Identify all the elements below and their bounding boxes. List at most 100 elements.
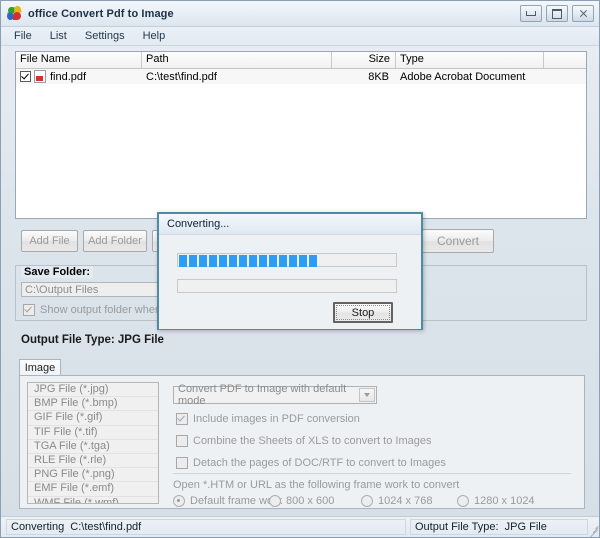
include-images-checkbox[interactable]: Include images in PDF conversion xyxy=(176,413,360,425)
radio-1280-label: 1280 x 1024 xyxy=(474,495,535,507)
list-item[interactable]: BMP File (*.bmp) xyxy=(28,397,158,412)
file-list-header: File Name Path Size Type xyxy=(16,52,586,69)
framework-radio-800x600[interactable]: 800 x 600 xyxy=(269,495,334,507)
convert-button[interactable]: Convert xyxy=(422,229,494,253)
application-window: office Convert Pdf to Image File List Se… xyxy=(0,0,600,538)
progress-block xyxy=(309,255,317,267)
status-text-left: Converting C:\test\find.pdf xyxy=(6,519,406,535)
close-icon xyxy=(579,9,588,18)
chevron-down-icon[interactable] xyxy=(359,388,375,402)
row-checkbox[interactable] xyxy=(20,71,31,82)
maximize-icon xyxy=(552,8,562,19)
stop-button[interactable]: Stop xyxy=(333,302,393,323)
radio-1280-indicator[interactable] xyxy=(457,495,469,507)
progress-block xyxy=(219,255,227,267)
combine-xls-checkbox[interactable]: Combine the Sheets of XLS to convert to … xyxy=(176,435,431,447)
status-text-right: Output File Type: JPG File xyxy=(410,519,588,535)
save-folder-label: Save Folder: xyxy=(21,266,94,278)
menu-item-settings[interactable]: Settings xyxy=(79,29,133,43)
menu-bar: File List Settings Help xyxy=(1,27,599,46)
menu-item-file[interactable]: File xyxy=(8,29,40,43)
framework-radio-default[interactable]: Default frame work xyxy=(173,495,282,507)
detach-doc-checkbox[interactable]: Detach the pages of DOC/RTF to convert t… xyxy=(176,457,446,469)
progress-block xyxy=(259,255,267,267)
list-item[interactable]: TGA File (*.tga) xyxy=(28,440,158,454)
progress-block xyxy=(179,255,187,267)
conversion-mode-select[interactable]: Convert PDF to Image with default mode xyxy=(173,383,377,407)
progress-block xyxy=(299,255,307,267)
radio-1024-indicator[interactable] xyxy=(361,495,373,507)
converting-dialog-titlebar: Converting... xyxy=(159,214,421,235)
progress-block xyxy=(289,255,297,267)
framework-radio-1024x768[interactable]: 1024 x 768 xyxy=(361,495,432,507)
detach-doc-checkbox-box[interactable] xyxy=(176,457,188,469)
combine-xls-checkbox-box[interactable] xyxy=(176,435,188,447)
include-images-checkbox-box[interactable] xyxy=(176,413,188,425)
list-item[interactable]: WMF File (*.wmf) xyxy=(28,497,158,504)
combine-xls-label: Combine the Sheets of XLS to convert to … xyxy=(193,435,432,447)
file-size-cell: 8KB xyxy=(368,70,389,83)
list-item[interactable]: RLE File (*.rle) xyxy=(28,454,158,469)
column-header-type[interactable]: Type xyxy=(396,52,544,68)
conversion-mode-value: Convert PDF to Image with default mode xyxy=(178,383,347,407)
progress-block xyxy=(199,255,207,267)
file-path-cell: C:\test\find.pdf xyxy=(146,70,217,83)
progress-block xyxy=(189,255,197,267)
progress-block xyxy=(269,255,277,267)
progress-block xyxy=(229,255,237,267)
table-row[interactable]: find.pdf C:\test\find.pdf 8KB Adobe Acro… xyxy=(16,69,586,84)
list-item[interactable]: TIF File (*.tif) xyxy=(28,426,158,440)
app-butterfly-icon xyxy=(6,4,23,22)
file-list[interactable]: File Name Path Size Type find.pdf C:\tes… xyxy=(15,51,587,219)
framework-radio-1280x1024[interactable]: 1280 x 1024 xyxy=(457,495,535,507)
list-item[interactable]: JPG File (*.jpg) xyxy=(28,383,158,398)
file-type-cell: Adobe Acrobat Document xyxy=(400,70,526,83)
progress-block xyxy=(249,255,257,267)
converting-dialog: Converting... Stop xyxy=(157,212,423,330)
window-title: office Convert Pdf to Image xyxy=(28,7,174,20)
radio-800-label: 800 x 600 xyxy=(286,495,335,507)
primary-progress-fill xyxy=(179,255,317,267)
tab-strip: Image xyxy=(19,359,585,376)
tab-image[interactable]: Image xyxy=(19,359,61,376)
file-name-text: find.pdf xyxy=(50,70,87,83)
minimize-icon xyxy=(526,11,536,16)
column-header-extra[interactable] xyxy=(544,52,586,68)
progress-block xyxy=(209,255,217,267)
radio-default-indicator[interactable] xyxy=(173,495,185,507)
add-folder-button[interactable]: Add Folder xyxy=(83,230,147,252)
include-images-label: Include images in PDF conversion xyxy=(193,413,360,425)
secondary-progress-bar xyxy=(177,279,397,293)
menu-item-help[interactable]: Help xyxy=(137,29,174,43)
list-item[interactable]: PNG File (*.png) xyxy=(28,468,158,483)
maximize-button[interactable] xyxy=(546,5,568,22)
file-name-cell: find.pdf xyxy=(16,70,142,83)
stop-button-focus-ring xyxy=(336,305,390,320)
column-header-path[interactable]: Path xyxy=(142,52,332,68)
radio-1024-label: 1024 x 768 xyxy=(378,495,433,507)
framework-label: Open *.HTM or URL as the following frame… xyxy=(173,479,460,491)
radio-800-indicator[interactable] xyxy=(269,495,281,507)
pdf-file-icon xyxy=(34,70,46,83)
list-item[interactable]: EMF File (*.emf) xyxy=(28,482,158,497)
close-button[interactable] xyxy=(572,5,594,22)
window-controls xyxy=(520,5,594,22)
converting-dialog-title: Converting... xyxy=(167,218,230,230)
detach-doc-label: Detach the pages of DOC/RTF to convert t… xyxy=(193,457,446,469)
minimize-button[interactable] xyxy=(520,5,542,22)
progress-block xyxy=(279,255,287,267)
column-header-size[interactable]: Size xyxy=(332,52,396,68)
list-item[interactable]: GIF File (*.gif) xyxy=(28,411,158,426)
menu-item-list[interactable]: List xyxy=(44,29,75,43)
column-header-filename[interactable]: File Name xyxy=(16,52,142,68)
primary-progress-bar xyxy=(177,253,397,267)
progress-block xyxy=(239,255,247,267)
panel-divider xyxy=(173,473,571,474)
add-file-button[interactable]: Add File xyxy=(21,230,78,252)
title-bar: office Convert Pdf to Image xyxy=(1,1,599,27)
status-bar: Converting C:\test\find.pdf Output File … xyxy=(1,516,599,537)
resize-grip-icon[interactable] xyxy=(586,523,599,537)
show-output-checkbox-box[interactable] xyxy=(23,304,35,316)
output-file-type-heading: Output File Type: JPG File xyxy=(21,334,164,346)
file-type-list[interactable]: JPG File (*.jpg) BMP File (*.bmp) GIF Fi… xyxy=(27,382,159,504)
